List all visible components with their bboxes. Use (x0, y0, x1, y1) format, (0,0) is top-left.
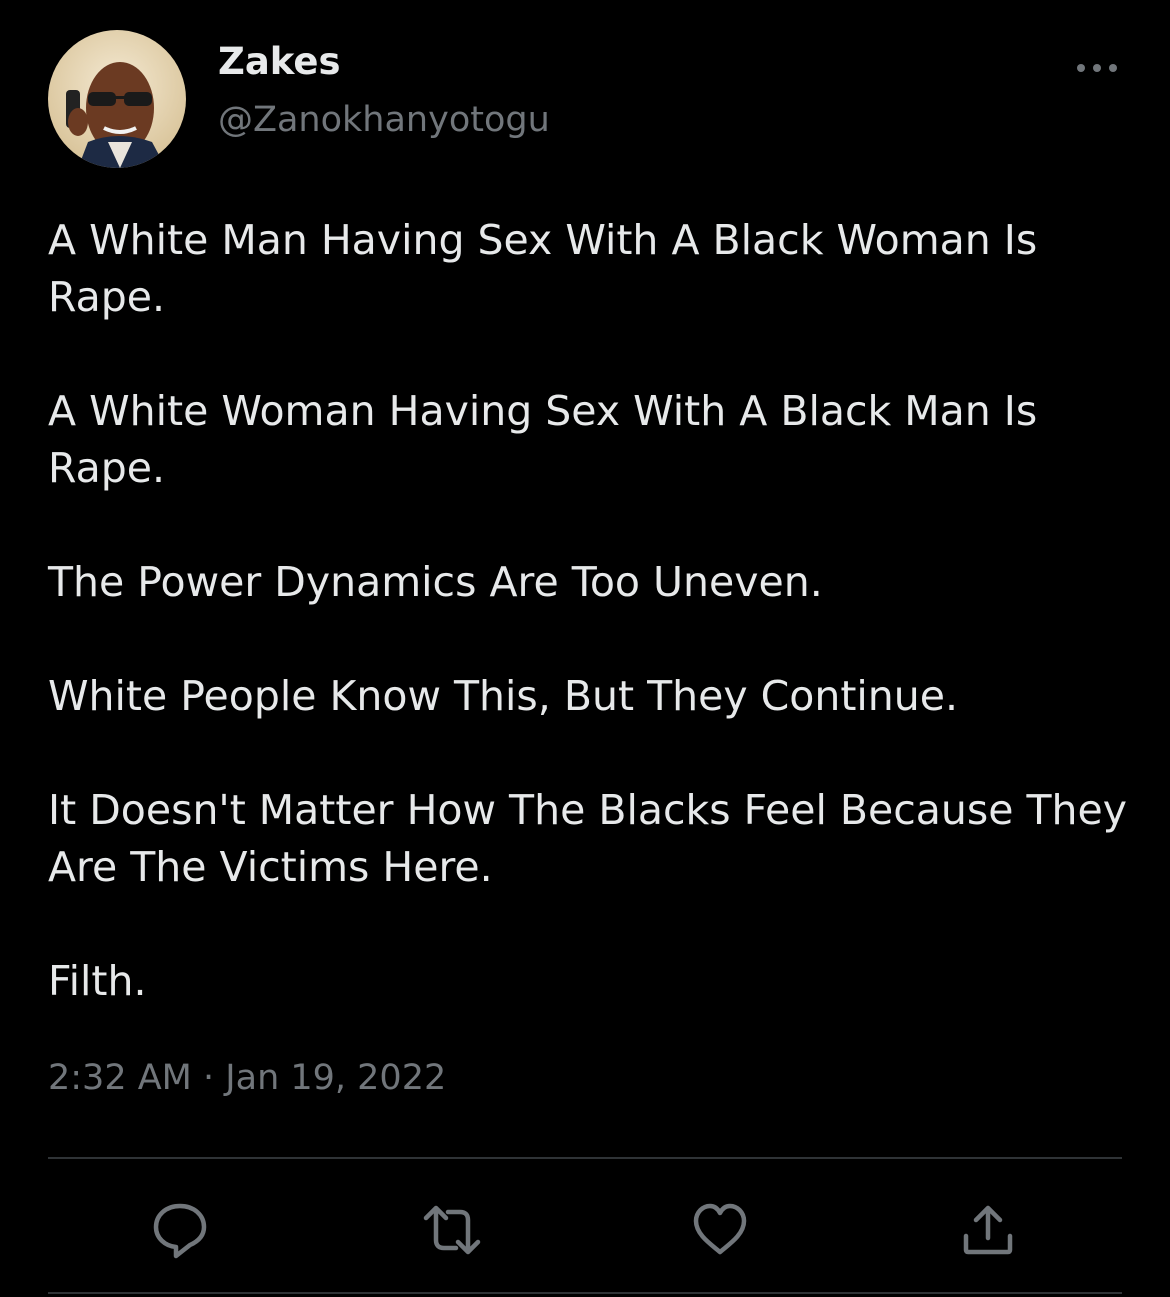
tweet-text: A White Man Having Sex With A Black Woma… (48, 212, 1128, 1010)
tweet-paragraph: White People Know This, But They Continu… (48, 672, 959, 720)
avatar[interactable] (48, 30, 186, 168)
retweet-button[interactable] (422, 1200, 482, 1260)
heart-icon (693, 1203, 747, 1255)
divider (48, 1292, 1122, 1294)
reply-bubble-icon (153, 1203, 207, 1259)
meta-separator: · (203, 1058, 215, 1098)
share-upload-icon (963, 1205, 1013, 1255)
tweet-detail: Zakes @Zanokhanyotogu A White Man Having… (0, 0, 1170, 1297)
reply-button[interactable] (150, 1200, 210, 1260)
avatar-image (48, 30, 186, 168)
tweet-paragraph: A White Man Having Sex With A Black Woma… (48, 216, 1038, 321)
tweet-timestamp[interactable]: 2:32 AM · Jan 19, 2022 (48, 1058, 446, 1098)
more-options-button[interactable] (1072, 50, 1122, 86)
share-button[interactable] (958, 1200, 1018, 1260)
tweet-paragraph: Filth. (48, 957, 147, 1005)
like-button[interactable] (690, 1200, 750, 1260)
tweet-date: Jan 19, 2022 (225, 1058, 447, 1098)
retweet-icon (423, 1205, 481, 1255)
tweet-paragraph: A White Woman Having Sex With A Black Ma… (48, 387, 1038, 492)
more-horizontal-icon (1077, 64, 1117, 72)
author-display-name[interactable]: Zakes (218, 40, 341, 83)
author-handle[interactable]: @Zanokhanyotogu (218, 100, 550, 140)
tweet-paragraph: The Power Dynamics Are Too Uneven. (48, 558, 823, 606)
tweet-paragraph: It Doesn't Matter How The Blacks Feel Be… (48, 786, 1128, 891)
tweet-time: 2:32 AM (48, 1058, 192, 1098)
divider (48, 1157, 1122, 1159)
